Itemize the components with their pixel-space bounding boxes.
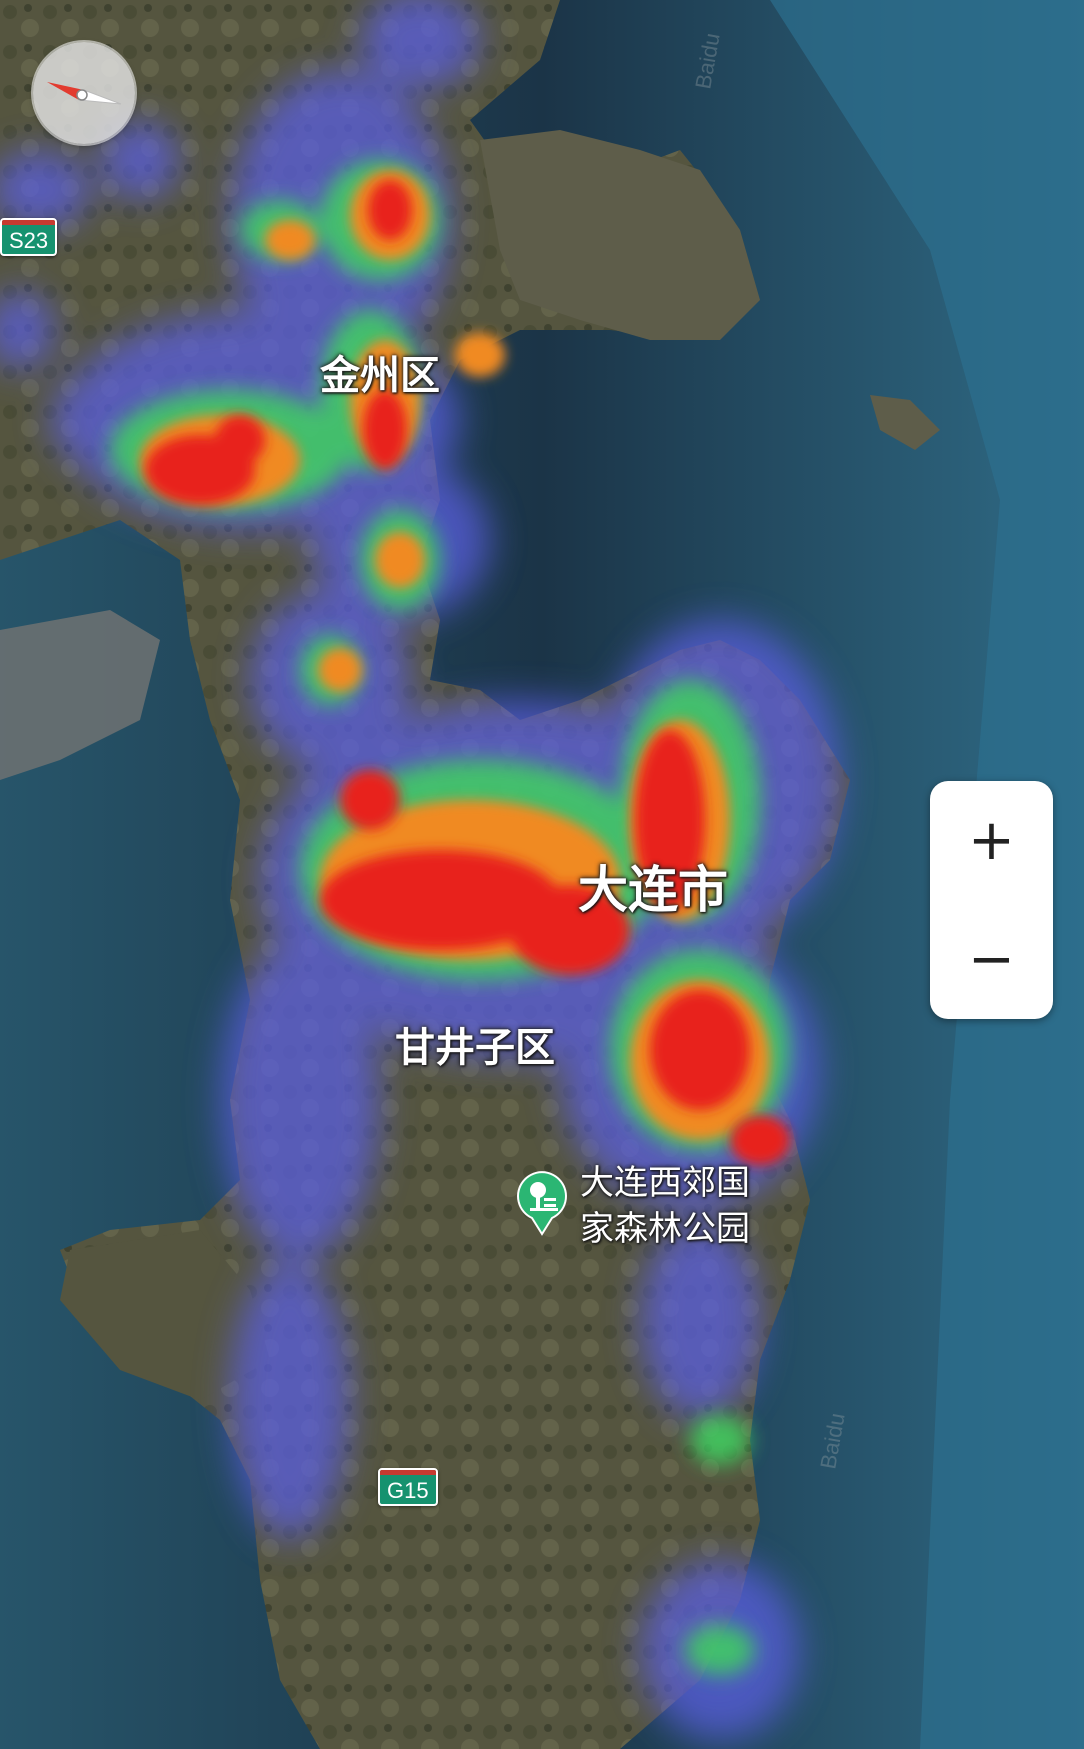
- compass-button[interactable]: [33, 42, 135, 144]
- zoom-in-button[interactable]: +: [930, 781, 1053, 900]
- label-jinzhou-district[interactable]: 金州区: [320, 343, 440, 401]
- label-forest-park[interactable]: 大连西郊国 家森林公园: [580, 1160, 780, 1252]
- compass-icon: [47, 82, 122, 105]
- road-shield-g15: G15: [378, 1468, 438, 1506]
- label-dalian-city[interactable]: 大连市: [578, 850, 728, 922]
- zoom-control: + −: [930, 781, 1053, 1019]
- zoom-out-button[interactable]: −: [930, 900, 1053, 1019]
- label-ganjingzi-district[interactable]: 甘井子区: [395, 1015, 555, 1073]
- forest-park-pin-icon[interactable]: [514, 1168, 570, 1236]
- satellite-map[interactable]: Baidu Baidu: [0, 0, 1084, 1749]
- road-shield-s23: S23: [0, 218, 58, 256]
